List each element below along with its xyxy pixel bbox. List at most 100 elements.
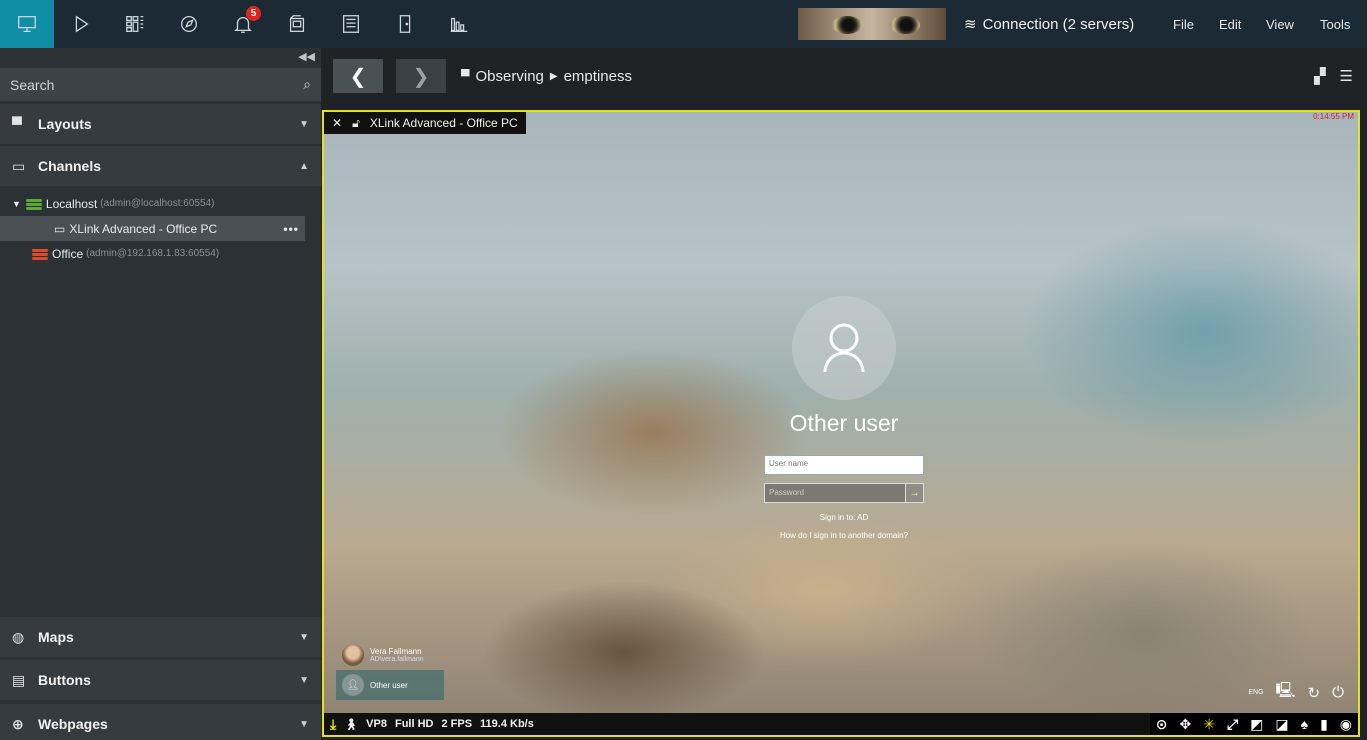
password-field[interactable]: Password → — [764, 483, 924, 503]
bitrate-label: 119.4 Kb/s — [480, 718, 534, 730]
unlock-icon[interactable]: 🔓︎ — [352, 116, 360, 131]
close-icon[interactable]: ✕ — [332, 116, 342, 130]
language-indicator[interactable]: ENG — [1248, 689, 1263, 696]
header-actions: ▞ ☰ — [1314, 59, 1353, 93]
user-photo — [342, 644, 364, 666]
cat-eye-right — [890, 16, 920, 34]
video-tool-buttons: ⊙ ✥ ✳ ⤢ ◩ ◪ ♠ ▮ ◉ — [1149, 713, 1358, 735]
more-icon[interactable]: ••• — [283, 222, 299, 236]
globe-icon: ◍ — [12, 628, 25, 645]
codec-label: VP8 — [366, 718, 387, 730]
video-title-bar: ✕ 🔓︎ XLink Advanced - Office PC — [324, 112, 526, 134]
files-icon[interactable] — [270, 0, 324, 48]
power-icon[interactable]: ⏻ — [1332, 684, 1344, 701]
layout-icon: ▀ — [12, 116, 22, 132]
video-status-bar: ⤓ 🚶︎ VP8 Full HD 2 FPS 119.4 Kb/s ⊙ ✥ ✳ … — [324, 713, 1358, 735]
hamburger-menu-icon[interactable]: ☰ — [1340, 67, 1353, 85]
edit-frame-icon[interactable]: ◪ — [1275, 716, 1288, 733]
section-webpages[interactable]: ⊕ Webpages ▼ — [0, 704, 321, 740]
video-wall-icon[interactable] — [324, 0, 378, 48]
bookmark-icon[interactable]: ▮ — [1320, 716, 1328, 733]
web-icon: ⊕ — [12, 715, 24, 732]
zoom-area-icon[interactable]: ⤢ — [1227, 716, 1238, 733]
windows-login: Other user User name Password → Sign in … — [760, 296, 928, 540]
menu-edit[interactable]: Edit — [1219, 0, 1241, 48]
person-icon: 🚶︎ — [344, 718, 359, 731]
user-list: Vera Fallmann AD\vera.fallmann 👤︎ Other … — [336, 640, 444, 700]
section-maps[interactable]: ◍ Maps ▼ — [0, 617, 321, 657]
cat-eye-left — [832, 16, 862, 34]
login-heading: Other user — [789, 410, 899, 436]
tree-item-channel[interactable]: ▭ XLink Advanced - Office PC ••• — [0, 216, 305, 241]
user-avatar-icon — [792, 296, 896, 400]
layout-grid-icon[interactable] — [108, 0, 162, 48]
user-item-vera[interactable]: Vera Fallmann AD\vera.fallmann — [336, 640, 444, 670]
caret-right-icon: ▶ — [549, 70, 558, 82]
monitor-icon[interactable] — [0, 0, 54, 48]
play-icon[interactable] — [54, 0, 108, 48]
channel-tree: ▼ Localhost (admin@localhost:60554) ▭ XL… — [0, 191, 321, 266]
chevron-right-icon: ❯ — [412, 65, 430, 88]
forward-button[interactable]: ❯ — [396, 59, 446, 93]
door-icon[interactable] — [378, 0, 432, 48]
camera-icon[interactable]: ◉ — [1340, 716, 1352, 733]
move-icon[interactable]: ✥ — [1179, 716, 1191, 733]
chevron-down-icon: ▼ — [299, 118, 309, 130]
section-layouts[interactable]: ▀ Layouts ▼ — [0, 104, 321, 144]
menu-file[interactable]: File — [1173, 0, 1194, 48]
user-icon: 👤︎ — [342, 674, 364, 696]
breadcrumb-root[interactable]: Observing — [476, 68, 544, 85]
collapse-panel-icon[interactable]: ◀◀ — [298, 50, 315, 63]
network-icon[interactable]: 🖳︎ — [1276, 680, 1296, 705]
username-field[interactable]: User name — [764, 455, 924, 475]
alarm-icon[interactable]: ♠ — [1301, 716, 1308, 732]
compass-icon[interactable] — [162, 0, 216, 48]
search-icon: ⌕ — [303, 76, 311, 92]
magic-icon[interactable]: ✳ — [1203, 716, 1215, 733]
resolution-label: Full HD — [394, 718, 434, 730]
channel-icon: ▭ — [54, 221, 66, 236]
search-input[interactable]: Search ⌕ — [0, 68, 321, 101]
left-panel: ◀◀ Search ⌕ ▀ Layouts ▼ ▭ Channels ▲ ▼ L… — [0, 48, 321, 740]
ptz-icon[interactable]: ⊙ — [1156, 716, 1168, 733]
user-item-other[interactable]: 👤︎ Other user — [336, 670, 444, 700]
breadcrumb: ▀ Observing ▶ emptiness — [461, 59, 632, 93]
server-icon — [25, 198, 42, 210]
section-channels[interactable]: ▭ Channels ▲ — [0, 146, 321, 186]
connection-status[interactable]: ≋ Connection (2 servers) — [964, 0, 1134, 48]
layers-icon: ≋ — [964, 16, 977, 33]
menu-view[interactable]: View — [1266, 0, 1294, 48]
chevron-left-icon: ❮ — [349, 65, 367, 88]
accessibility-icon[interactable]: ↻ — [1308, 684, 1321, 702]
system-tray: ENG 🖳︎ ↻ ⏻ — [1248, 680, 1344, 705]
chevron-down-icon: ▼ — [299, 631, 309, 643]
tree-item-localhost[interactable]: ▼ Localhost (admin@localhost:60554) — [0, 191, 321, 216]
cursor-icon: ▤ — [12, 671, 26, 688]
bell-icon[interactable]: 5 — [216, 0, 270, 48]
expand-icon: ▼ — [12, 198, 21, 209]
download-icon[interactable]: ⤓ — [330, 716, 336, 733]
grid-layout-icon[interactable]: ▞ — [1314, 67, 1326, 85]
back-button[interactable]: ❮ — [333, 59, 383, 93]
notification-badge: 5 — [246, 6, 261, 21]
other-domain-link[interactable]: How do I sign in to another domain? — [760, 531, 928, 540]
view-header: ❮ ❯ ▀ Observing ▶ emptiness ▞ ☰ — [321, 48, 1367, 110]
chevron-down-icon: ▼ — [299, 674, 309, 686]
channel-icon: ▭ — [12, 157, 26, 174]
bar-chart-icon[interactable] — [432, 0, 486, 48]
top-toolbar: 5 ≋ Connection (2 servers) File Edit Vie… — [0, 0, 1367, 48]
chevron-down-icon: ▼ — [299, 718, 309, 730]
arrow-right-icon[interactable]: → — [906, 483, 924, 503]
video-timestamp: 0:14:55 PM — [1313, 112, 1354, 121]
tree-item-office[interactable]: Office (admin@192.168.1.83:60554) — [0, 241, 321, 266]
menu-tools[interactable]: Tools — [1320, 0, 1350, 48]
layout-icon: ▀ — [461, 69, 470, 83]
cat-eyes-banner — [798, 8, 946, 40]
chevron-up-icon: ▲ — [299, 160, 309, 172]
breadcrumb-leaf[interactable]: emptiness — [564, 68, 632, 85]
sign-in-domain: Sign in to: AD — [819, 513, 869, 522]
mask-icon[interactable]: ◩ — [1250, 716, 1263, 733]
fps-label: 2 FPS — [441, 718, 473, 730]
section-buttons[interactable]: ▤ Buttons ▼ — [0, 660, 321, 700]
video-tile[interactable]: ✕ 🔓︎ XLink Advanced - Office PC 0:14:55 … — [322, 110, 1360, 737]
